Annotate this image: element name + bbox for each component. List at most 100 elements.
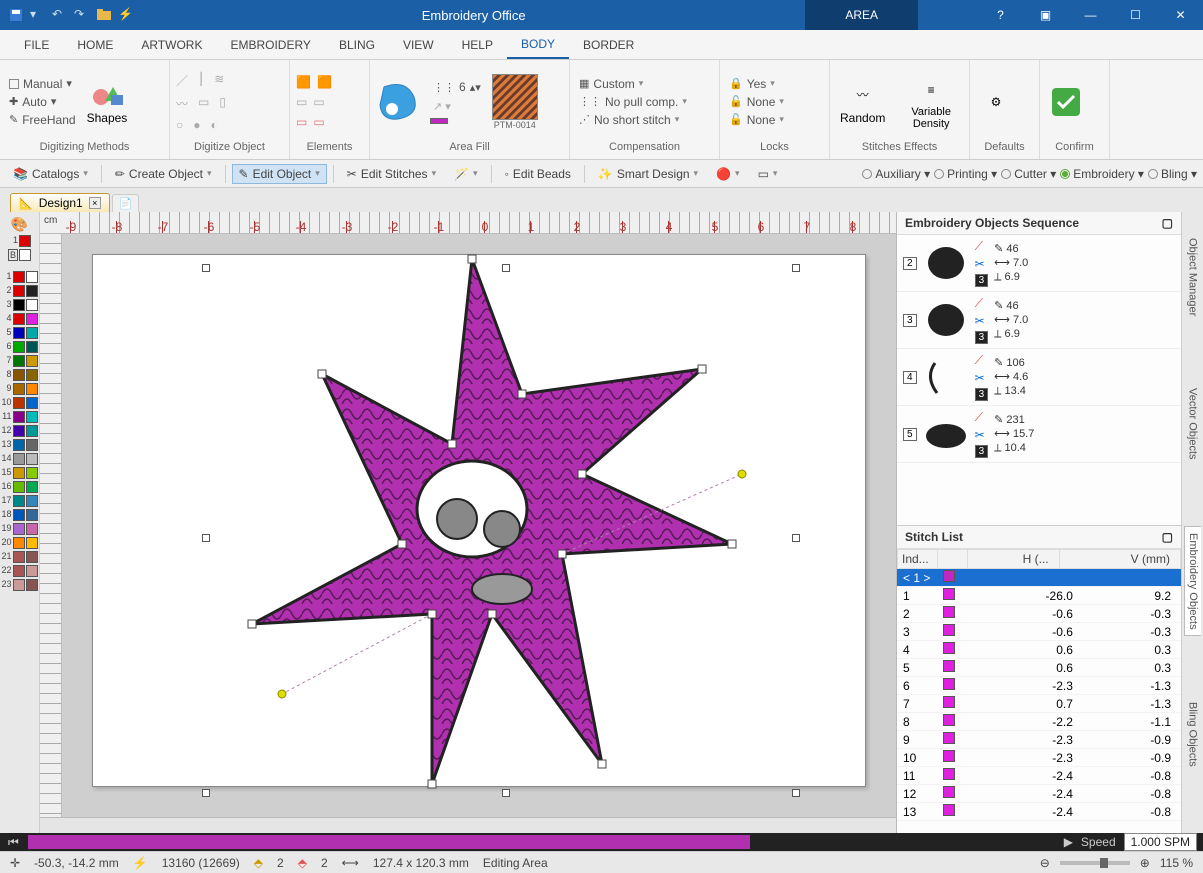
- palette-icon[interactable]: 🎨: [11, 216, 28, 233]
- wand-button[interactable]: 🪄: [447, 164, 484, 184]
- confirm-button[interactable]: [1046, 84, 1086, 120]
- menu-tab-bling[interactable]: BLING: [325, 30, 389, 59]
- folder-icon[interactable]: [96, 7, 112, 23]
- sequence-item[interactable]: 5⟋✂3✎ 231⟷ 15.7⟂ 10.4: [897, 406, 1181, 463]
- auto-button[interactable]: ✚ Auto ▾: [6, 94, 79, 110]
- maximize-button[interactable]: ☐: [1113, 0, 1158, 30]
- select-tool-button[interactable]: ▭: [751, 164, 785, 184]
- palette-row[interactable]: 10: [2, 397, 38, 409]
- palette-row[interactable]: 22: [2, 565, 38, 577]
- selection-handle[interactable]: [792, 534, 800, 542]
- embroidery-toggle[interactable]: Embroidery ▾: [1060, 167, 1144, 181]
- manual-button[interactable]: Manual ▾: [6, 76, 79, 92]
- redo-icon[interactable]: ↷: [74, 7, 90, 23]
- pull-dropdown[interactable]: ⋮⋮ No pull comp.: [576, 94, 690, 110]
- menu-tab-view[interactable]: VIEW: [389, 30, 448, 59]
- doc-tab[interactable]: 📐 Design1×: [10, 193, 110, 212]
- close-tab-icon[interactable]: ×: [89, 197, 101, 209]
- palette-row[interactable]: 20: [2, 537, 38, 549]
- selection-handle[interactable]: [792, 264, 800, 272]
- elem5-icon[interactable]: ▭: [296, 115, 307, 129]
- stitch-row[interactable]: 2-0.6-0.3: [897, 605, 1181, 623]
- stitch-table-body[interactable]: < 1 >1-26.09.22-0.6-0.33-0.6-0.340.60.35…: [897, 569, 1181, 821]
- palette-row[interactable]: 12: [2, 425, 38, 437]
- palette-row[interactable]: 17: [2, 495, 38, 507]
- palette-row[interactable]: 11: [2, 411, 38, 423]
- menu-tab-artwork[interactable]: ARTWORK: [127, 30, 216, 59]
- menu-tab-embroidery[interactable]: EMBROIDERY: [216, 30, 324, 59]
- color-chip[interactable]: [430, 118, 448, 124]
- marker-button[interactable]: 🔴: [709, 164, 746, 184]
- sequence-item[interactable]: 2⟋✂3✎ 46⟷ 7.0⟂ 6.9: [897, 235, 1181, 292]
- menu-tab-border[interactable]: BORDER: [569, 30, 648, 59]
- edit-object-button[interactable]: ✎ Edit Object: [232, 164, 327, 184]
- stitch-row[interactable]: 70.7-1.3: [897, 695, 1181, 713]
- rewind-icon[interactable]: ⏮: [0, 835, 27, 850]
- palette-row[interactable]: 8: [2, 369, 38, 381]
- close-button[interactable]: ✕: [1158, 0, 1203, 30]
- stitch-row[interactable]: 10-2.3-0.9: [897, 749, 1181, 767]
- ribbon-toggle-icon[interactable]: ▣: [1023, 0, 1068, 30]
- stitch-row[interactable]: < 1 >: [897, 569, 1181, 587]
- elem1-icon[interactable]: 🟧: [296, 75, 311, 89]
- catalogs-button[interactable]: 📚 Catalogs: [6, 164, 95, 184]
- custom-dropdown[interactable]: ▦ Custom: [576, 76, 690, 92]
- palette-row[interactable]: 9: [2, 383, 38, 395]
- palette-row[interactable]: 6: [2, 341, 38, 353]
- palette-row[interactable]: 13: [2, 439, 38, 451]
- path2-icon[interactable]: 〰: [176, 95, 188, 112]
- palette-row[interactable]: 19: [2, 523, 38, 535]
- outline-icon[interactable]: ○: [176, 118, 183, 132]
- palette-row[interactable]: 21: [2, 551, 38, 563]
- stitch-row[interactable]: 3-0.6-0.3: [897, 623, 1181, 641]
- stitch-row[interactable]: 12-2.4-0.8: [897, 785, 1181, 803]
- pattern-preview[interactable]: [492, 74, 538, 120]
- palette-row[interactable]: 1: [2, 271, 38, 283]
- palette-row[interactable]: 16: [2, 481, 38, 493]
- stitch-row[interactable]: 8-2.2-1.1: [897, 713, 1181, 731]
- shapes-button[interactable]: Shapes: [83, 77, 132, 127]
- selection-handle[interactable]: [792, 789, 800, 797]
- sequence-item[interactable]: 4⟋✂3✎ 106⟷ 4.6⟂ 13.4: [897, 349, 1181, 406]
- lock-none2[interactable]: 🔓 None: [726, 112, 787, 128]
- save-icon[interactable]: [8, 7, 24, 23]
- fill-icon[interactable]: ●: [193, 118, 200, 132]
- zoom-out-icon[interactable]: ⊖: [1040, 856, 1050, 870]
- bolt-icon[interactable]: ⚡: [118, 7, 134, 23]
- stitch-row[interactable]: 9-2.3-0.9: [897, 731, 1181, 749]
- column2-icon[interactable]: ▭: [198, 95, 209, 112]
- sequence-item[interactable]: 3⟋✂3✎ 46⟷ 7.0⟂ 6.9: [897, 292, 1181, 349]
- short-dropdown[interactable]: ⋰ No short stitch: [576, 112, 690, 128]
- fill-preview[interactable]: [376, 79, 422, 125]
- play-icon[interactable]: ▶: [1064, 835, 1073, 849]
- col3-icon[interactable]: ▯: [219, 95, 226, 112]
- elem2-icon[interactable]: 🟧: [317, 75, 332, 89]
- side-tab[interactable]: Bling Objects: [1185, 696, 1201, 773]
- applique-icon[interactable]: ◐: [211, 118, 218, 132]
- new-tab-button[interactable]: 📄: [112, 194, 140, 212]
- cutter-toggle[interactable]: Cutter ▾: [1001, 167, 1056, 181]
- menu-tab-home[interactable]: HOME: [63, 30, 127, 59]
- horizontal-scrollbar[interactable]: [40, 817, 896, 833]
- column-icon[interactable]: ⎮: [198, 72, 204, 89]
- aux-toggle[interactable]: Auxiliary ▾: [862, 167, 930, 181]
- fill-angle[interactable]: ↗ ▾: [430, 99, 484, 114]
- zigzag-icon[interactable]: ≋: [214, 72, 224, 89]
- lock-yes[interactable]: 🔒 Yes: [726, 76, 787, 92]
- palette-row[interactable]: 4: [2, 313, 38, 325]
- bling-toggle[interactable]: Bling ▾: [1148, 167, 1197, 181]
- zoom-slider[interactable]: [1060, 861, 1130, 865]
- menu-tab-body[interactable]: BODY: [507, 30, 569, 59]
- random-button[interactable]: 〰Random: [836, 77, 889, 127]
- printing-toggle[interactable]: Printing ▾: [934, 167, 997, 181]
- palette-row[interactable]: 3: [2, 299, 38, 311]
- speed-value[interactable]: 1.000 SPM: [1124, 833, 1197, 851]
- menu-tab-help[interactable]: HELP: [448, 30, 507, 59]
- minimize-button[interactable]: —: [1068, 0, 1113, 30]
- freehand-button[interactable]: ✎ FreeHand: [6, 112, 79, 128]
- embroidery-object-star[interactable]: [182, 244, 762, 804]
- stitch-row[interactable]: 11-2.4-0.8: [897, 767, 1181, 785]
- edit-stitches-button[interactable]: ✂ Edit Stitches: [340, 164, 443, 184]
- palette-row[interactable]: 23: [2, 579, 38, 591]
- zoom-in-icon[interactable]: ⊕: [1140, 856, 1150, 870]
